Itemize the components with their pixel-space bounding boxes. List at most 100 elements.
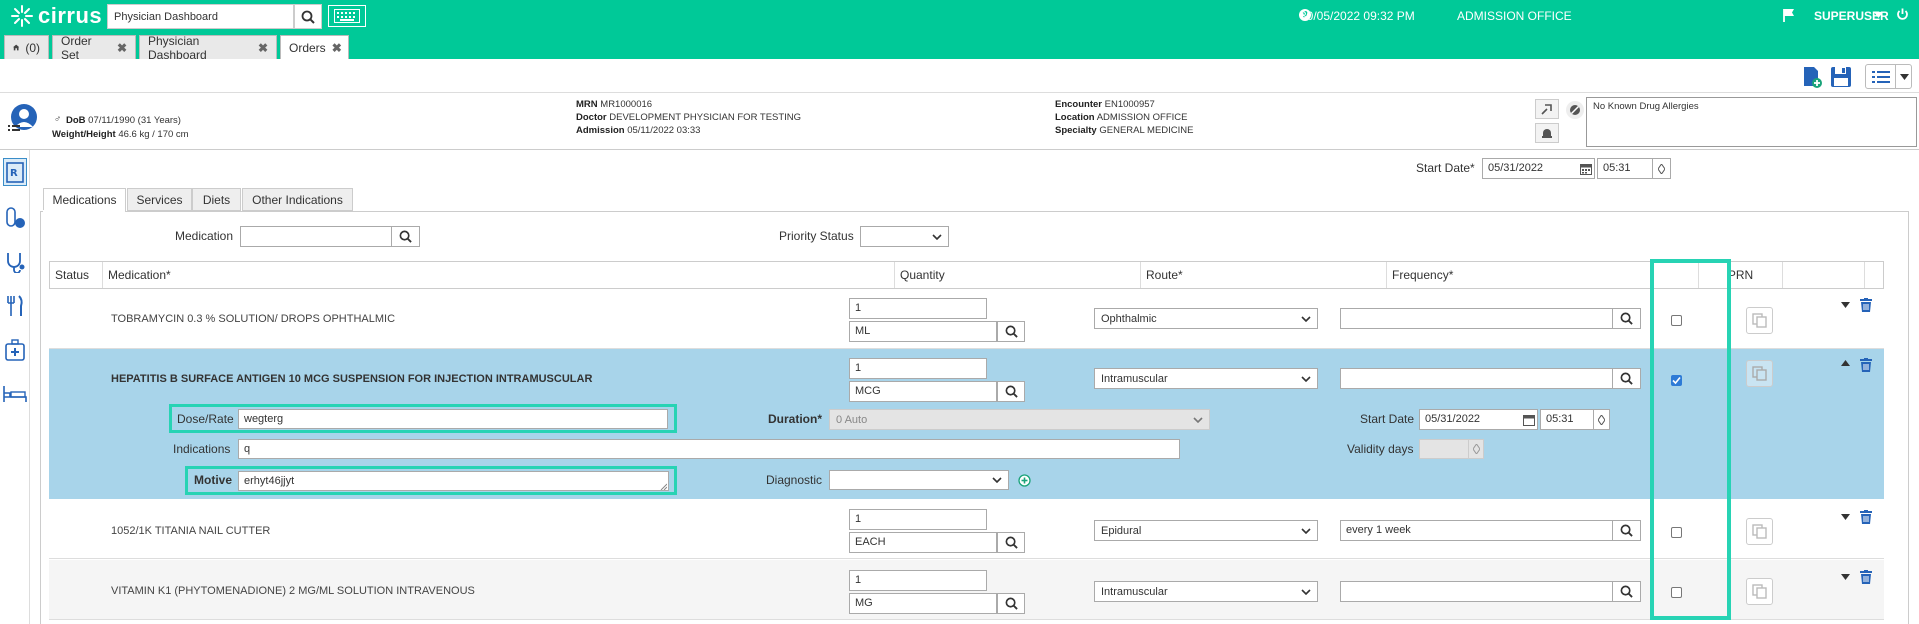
tab-order-set[interactable]: Order Set ✖ <box>52 34 136 62</box>
transfer-button[interactable] <box>1535 99 1559 119</box>
unit-search-button[interactable] <box>997 321 1025 342</box>
sidebar-item-prescriptions[interactable]: R <box>3 158 27 186</box>
copy-button[interactable] <box>1746 307 1773 334</box>
delete-icon[interactable] <box>1860 358 1872 372</box>
col-medication[interactable]: Medication* <box>103 262 895 288</box>
copy-button[interactable] <box>1746 578 1773 605</box>
new-document-icon[interactable] <box>1801 66 1823 88</box>
start-date-label: Start Date* <box>1416 161 1475 175</box>
patient-avatar-icon[interactable] <box>8 103 38 133</box>
time-spinner[interactable] <box>1652 158 1671 179</box>
validity-days-input[interactable] <box>1419 439 1469 459</box>
tab-other-indications[interactable]: Other Indications <box>242 188 353 211</box>
detail-start-time-input[interactable]: 05:31 <box>1540 409 1594 430</box>
table-row-selected[interactable]: HEPATITIS B SURFACE ANTIGEN 10 MCG SUSPE… <box>49 349 1884 499</box>
frequency-input[interactable]: every 1 week <box>1340 520 1613 541</box>
alert-button[interactable] <box>1535 123 1559 143</box>
chevron-down-icon[interactable] <box>1874 12 1883 18</box>
sidebar-item-beds[interactable] <box>3 380 27 408</box>
resize-handle-icon[interactable] <box>660 483 667 490</box>
expand-toggle-icon[interactable] <box>1841 302 1850 308</box>
global-search-input[interactable]: Physician Dashboard <box>107 4 294 29</box>
delete-icon[interactable] <box>1860 510 1872 524</box>
allergy-indicator[interactable] <box>1566 101 1584 119</box>
add-diagnostic-icon[interactable] <box>1018 474 1031 487</box>
tab-home[interactable]: (0) <box>4 35 49 59</box>
unit-input[interactable]: EACH <box>849 532 997 553</box>
medication-search-input[interactable] <box>240 226 392 247</box>
sidebar-item-medical-kit[interactable] <box>3 336 27 364</box>
close-icon[interactable]: ✖ <box>332 41 342 55</box>
tab-orders[interactable]: Orders ✖ <box>280 35 349 59</box>
detail-time-spinner[interactable] <box>1593 409 1610 430</box>
unit-input[interactable]: MCG <box>849 381 997 402</box>
expand-toggle-icon[interactable] <box>1841 574 1850 580</box>
close-icon[interactable]: ✖ <box>117 41 127 55</box>
alarm-bell-icon <box>1542 129 1552 138</box>
route-select[interactable]: Intramuscular <box>1094 368 1318 389</box>
detail-start-date-input[interactable]: 05/31/2022 <box>1419 409 1521 430</box>
quantity-input[interactable]: 1 <box>849 298 987 319</box>
list-view-dropdown[interactable] <box>1865 64 1912 89</box>
global-search-button[interactable] <box>294 4 322 29</box>
tab-medications[interactable]: Medications <box>43 188 126 212</box>
route-select[interactable]: Ophthalmic <box>1094 308 1318 329</box>
detail-calendar-button[interactable] <box>1520 409 1538 430</box>
start-date-input[interactable]: 05/31/2022 <box>1482 158 1578 179</box>
keyboard-button[interactable] <box>328 5 366 27</box>
sidebar-item-medications[interactable] <box>3 204 27 232</box>
frequency-input[interactable] <box>1340 308 1613 329</box>
table-row[interactable]: VITAMIN K1 (PHYTOMENADIONE) 2 MG/ML SOLU… <box>49 560 1884 620</box>
quantity-input[interactable]: 1 <box>849 358 987 379</box>
frequency-input[interactable] <box>1340 368 1613 389</box>
sidebar-item-services[interactable] <box>3 248 27 276</box>
indications-input[interactable]: q <box>238 439 1180 459</box>
sidebar-item-diets[interactable] <box>3 292 27 320</box>
motive-label: Motive <box>194 473 233 487</box>
motive-textarea[interactable]: erhyt46jjyt <box>238 471 669 491</box>
frequency-search-button[interactable] <box>1612 520 1641 541</box>
start-time-input[interactable]: 05:31 <box>1597 158 1653 179</box>
table-row[interactable]: TOBRAMYCIN 0.3 % SOLUTION/ DROPS OPHTHAL… <box>49 289 1884 349</box>
unit-search-button[interactable] <box>997 381 1025 402</box>
close-icon[interactable]: ✖ <box>258 41 268 55</box>
app-logo[interactable]: cirrus <box>10 3 102 29</box>
datetime-text: 30/05/2022 09:32 PM <box>1300 9 1415 23</box>
tab-physician-dashboard[interactable]: Physician Dashboard ✖ <box>139 34 277 62</box>
diagnostic-select[interactable] <box>829 470 1009 490</box>
duration-select[interactable]: 0 Auto <box>829 409 1210 430</box>
dose-rate-input[interactable]: wegterg <box>238 409 668 429</box>
allergies-box[interactable]: No Known Drug Allergies <box>1586 97 1917 147</box>
delete-icon[interactable] <box>1860 570 1872 584</box>
doctor-label: Doctor <box>576 112 607 123</box>
unit-search-button[interactable] <box>997 532 1025 553</box>
copy-button[interactable] <box>1746 518 1773 545</box>
quantity-input[interactable]: 1 <box>849 570 987 591</box>
tab-services[interactable]: Services <box>127 188 192 211</box>
unit-search-button[interactable] <box>997 593 1025 614</box>
route-select[interactable]: Intramuscular <box>1094 581 1318 602</box>
tab-diets[interactable]: Diets <box>192 188 241 211</box>
frequency-input[interactable] <box>1340 581 1613 602</box>
unit-input[interactable]: MG <box>849 593 997 614</box>
expand-toggle-icon[interactable] <box>1841 514 1850 520</box>
page-tabs-bar: (0) Order Set ✖ Physician Dashboard ✖ Or… <box>0 32 1919 62</box>
flag-icon[interactable] <box>1782 8 1796 22</box>
calendar-button[interactable] <box>1577 158 1595 179</box>
medication-search-button[interactable] <box>391 226 420 247</box>
chevron-down-icon <box>1301 375 1311 382</box>
frequency-search-button[interactable] <box>1612 308 1641 329</box>
route-select[interactable]: Epidural <box>1094 520 1318 541</box>
priority-status-select[interactable] <box>860 226 949 247</box>
copy-button[interactable] <box>1746 360 1773 387</box>
unit-input[interactable]: ML <box>849 321 997 342</box>
table-row[interactable]: 1052/1K TITANIA NAIL CUTTER 1 EACH Epidu… <box>49 499 1884 559</box>
delete-icon[interactable] <box>1860 298 1872 312</box>
frequency-search-button[interactable] <box>1612 581 1641 602</box>
save-icon[interactable] <box>1830 66 1852 88</box>
validity-spinner[interactable] <box>1468 439 1484 459</box>
quantity-input[interactable]: 1 <box>849 509 987 530</box>
collapse-toggle-icon[interactable] <box>1841 360 1850 366</box>
power-icon[interactable] <box>1896 8 1909 21</box>
frequency-search-button[interactable] <box>1612 368 1641 389</box>
